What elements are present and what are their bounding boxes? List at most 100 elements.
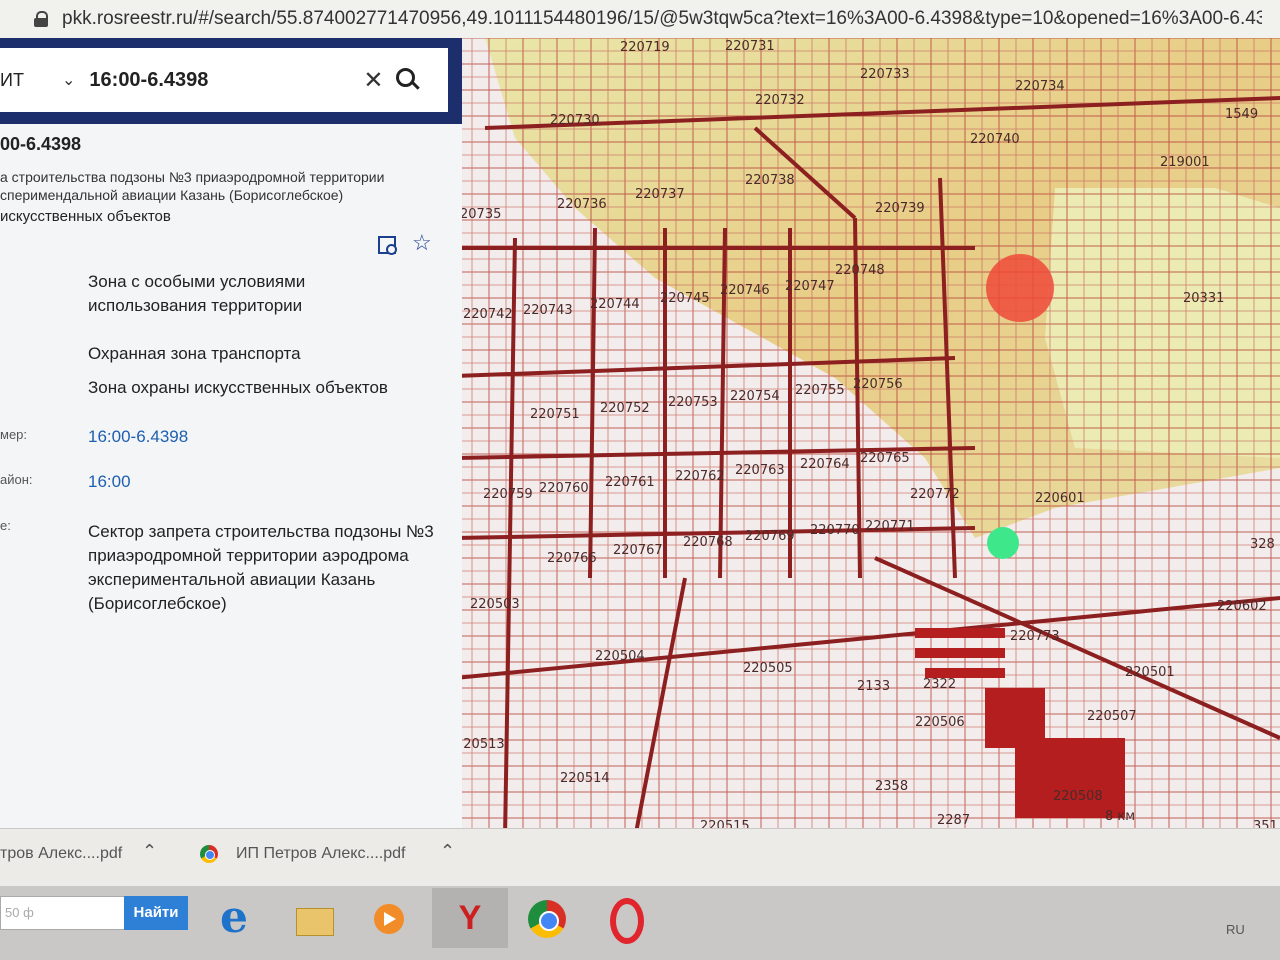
parcel-label[interactable]: 220751 <box>530 407 580 422</box>
lock-icon <box>34 11 48 27</box>
parcel-label[interactable]: 2133 <box>857 679 890 694</box>
chrome-icon <box>200 845 218 863</box>
url-text[interactable]: pkk.rosreestr.ru/#/search/55.87400277147… <box>62 8 1262 30</box>
caret-up-icon[interactable]: ⌃ <box>142 841 157 862</box>
parcel-label[interactable]: 220770 <box>810 523 860 538</box>
parcel-label[interactable]: 220763 <box>735 463 785 478</box>
parcel-label[interactable]: 328 <box>1250 537 1275 552</box>
parcel-label[interactable]: 220767 <box>613 543 663 558</box>
parcel-label[interactable]: 2358 <box>875 779 908 794</box>
parcel-label[interactable]: 220503 <box>470 597 520 612</box>
parcel-label[interactable]: 220736 <box>557 197 607 212</box>
parcel-label[interactable]: 220514 <box>560 771 610 786</box>
parcel-label[interactable]: 220734 <box>1015 79 1065 94</box>
parcel-label[interactable]: 220772 <box>910 487 960 502</box>
parcel-label[interactable]: 220501 <box>1125 665 1175 680</box>
yandex-browser-icon[interactable]: Y <box>434 892 506 944</box>
parcel-label[interactable]: 220730 <box>550 113 600 128</box>
district-value[interactable]: 16:00 <box>88 470 131 494</box>
search-header: ИТ ⌄ 16:00-6.4398 ✕ <box>0 38 462 124</box>
parcel-label[interactable]: 220765 <box>860 451 910 466</box>
chevron-down-icon[interactable]: ⌄ <box>62 70 75 90</box>
parcel-label[interactable]: 220601 <box>1035 491 1085 506</box>
internet-explorer-icon[interactable]: e <box>198 892 270 944</box>
cadastral-map[interactable]: 220719 220731 220733 220734 220732 22073… <box>455 38 1280 838</box>
parcel-label[interactable]: 220756 <box>853 377 903 392</box>
parcel-label[interactable]: 220719 <box>620 40 670 55</box>
caret-up-icon[interactable]: ⌃ <box>440 841 455 862</box>
parcel-label[interactable]: 220744 <box>590 297 640 312</box>
parcel-label[interactable]: 220513 <box>455 737 505 752</box>
parcel-label[interactable]: 220773 <box>1010 629 1060 644</box>
parcel-label[interactable]: 220755 <box>795 383 845 398</box>
parcel-label[interactable]: 220771 <box>865 519 915 534</box>
parcel-label[interactable]: 2322 <box>923 677 956 692</box>
search-type-label[interactable]: ИТ <box>0 70 40 91</box>
number-value[interactable]: 16:00-6.4398 <box>88 425 188 449</box>
parcel-label[interactable]: 220761 <box>605 475 655 490</box>
search-panel: ИТ ⌄ 16:00-6.4398 ✕ 00-6.4398 а строител… <box>0 38 462 828</box>
parcel-label[interactable]: 220747 <box>785 279 835 294</box>
downloads-bar: тров Алекс....pdf ⌃ ИП Петров Алекс....p… <box>0 828 1280 887</box>
address-bar[interactable]: pkk.rosreestr.ru/#/search/55.87400277147… <box>0 0 1280 39</box>
search-icon[interactable] <box>394 66 422 94</box>
parcel-label[interactable]: 220759 <box>483 487 533 502</box>
download-item[interactable]: тров Алекс....pdf <box>0 845 122 863</box>
parcel-label[interactable]: 20331 <box>1183 291 1224 306</box>
parcel-label[interactable]: 220752 <box>600 401 650 416</box>
parcel-label[interactable]: 220742 <box>463 307 513 322</box>
parcel-label[interactable]: 2287 <box>937 813 970 828</box>
clear-icon[interactable]: ✕ <box>363 66 383 95</box>
parcel-label[interactable]: 220732 <box>755 93 805 108</box>
parcel-label[interactable]: 219001 <box>1160 155 1210 170</box>
parcel-label[interactable]: 220602 <box>1217 599 1267 614</box>
zone-kind-2: Зона охраны искусственных объектов <box>88 378 388 397</box>
zone-kind-1: Охранная зона транспорта <box>88 344 301 363</box>
result-subtitle: искусственных объектов <box>0 208 171 225</box>
parcel-label[interactable]: 220731 <box>725 39 775 54</box>
green-location-marker <box>987 527 1019 559</box>
parcel-label[interactable]: 220739 <box>875 201 925 216</box>
parcel-label[interactable]: 20735 <box>460 207 501 222</box>
parcel-label[interactable]: 220766 <box>547 551 597 566</box>
media-player-icon[interactable] <box>350 892 422 944</box>
parcel-label[interactable]: 220768 <box>683 535 733 550</box>
parcel-label[interactable]: 1549 <box>1225 107 1258 122</box>
parcel-label[interactable]: 220769 <box>745 529 795 544</box>
opera-icon[interactable] <box>590 892 662 944</box>
parcel-label[interactable]: 220508 <box>1053 789 1103 804</box>
name-label: е: <box>0 518 11 533</box>
parcel-label[interactable]: 220745 <box>660 291 710 306</box>
parcel-label[interactable]: 220505 <box>743 661 793 676</box>
folder-icon[interactable] <box>276 892 348 944</box>
parcel-label[interactable]: 220748 <box>835 263 885 278</box>
map-scale[interactable]: 8 км <box>1105 809 1135 824</box>
search-box[interactable]: ИТ ⌄ 16:00-6.4398 ✕ <box>0 48 448 112</box>
result-description-line: сперимендальной авиации Казань (Борисогл… <box>0 187 344 203</box>
parcel-label[interactable]: 220740 <box>970 132 1020 147</box>
favorite-star-icon[interactable]: ☆ <box>412 230 432 256</box>
parcel-label[interactable]: 220762 <box>675 469 725 484</box>
parcel-label[interactable]: 220754 <box>730 389 780 404</box>
parcel-label[interactable]: 220764 <box>800 457 850 472</box>
parcel-label[interactable]: 220737 <box>635 187 685 202</box>
find-button[interactable]: Найти <box>124 896 188 930</box>
taskbar-search-input[interactable]: 50 ф <box>0 896 130 930</box>
parcel-label[interactable]: 220743 <box>523 303 573 318</box>
search-input[interactable]: 16:00-6.4398 <box>89 69 349 92</box>
zoom-to-object-icon[interactable] <box>378 236 398 256</box>
download-item[interactable]: ИП Петров Алекс....pdf <box>236 845 406 863</box>
map-canvas[interactable]: 220719 220731 220733 220734 220732 22073… <box>455 38 1280 838</box>
chrome-icon[interactable] <box>510 892 582 944</box>
parcel-label[interactable]: 220738 <box>745 173 795 188</box>
parcel-label[interactable]: 220746 <box>720 283 770 298</box>
language-indicator[interactable]: RU <box>1226 922 1245 937</box>
parcel-label[interactable]: 220733 <box>860 67 910 82</box>
parcel-label[interactable]: 220760 <box>539 481 589 496</box>
parcel-label[interactable]: 220504 <box>595 649 645 664</box>
parcel-label[interactable]: 220506 <box>915 715 965 730</box>
parcel-label[interactable]: 220753 <box>668 395 718 410</box>
parcel-label[interactable]: 220507 <box>1087 709 1137 724</box>
name-value: Сектор запрета строительства подзоны №3 … <box>88 522 434 613</box>
number-label: мер: <box>0 427 28 442</box>
